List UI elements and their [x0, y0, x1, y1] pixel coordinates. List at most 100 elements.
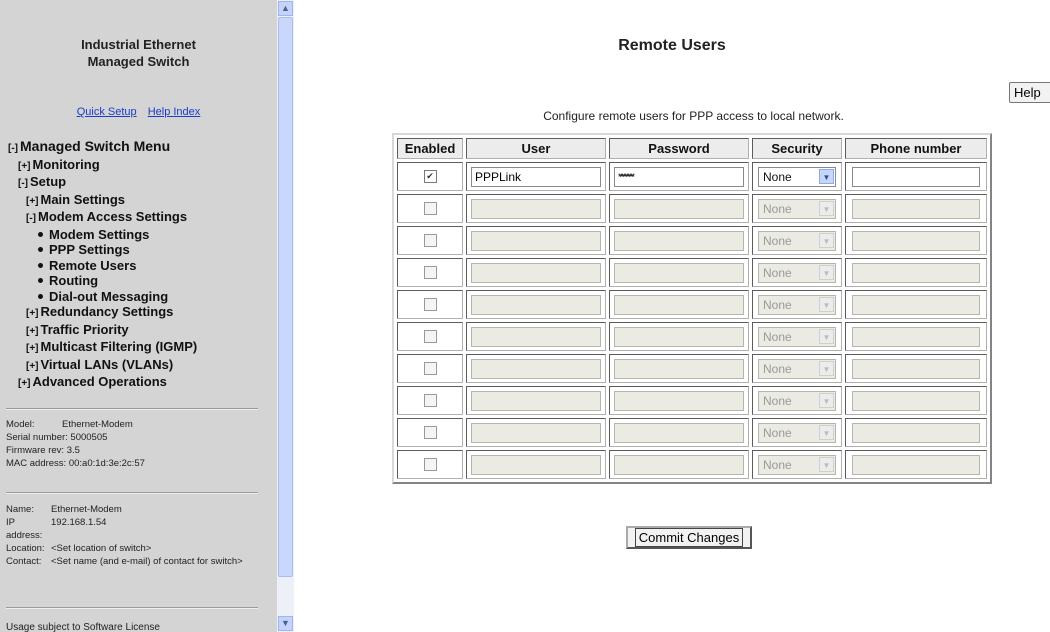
cell-security: None ▼: [752, 322, 842, 351]
security-value: None: [763, 361, 792, 376]
menu-item-main-settings[interactable]: [+] Main Settings: [8, 192, 273, 210]
menu-root[interactable]: [-] Managed Switch Menu: [8, 138, 273, 157]
table-row: None ▼: [397, 322, 987, 351]
enabled-checkbox[interactable]: [423, 457, 437, 471]
enabled-checkbox[interactable]: ✔: [423, 169, 437, 183]
user-input[interactable]: [471, 454, 601, 475]
menu-item-setup[interactable]: [-] Setup: [8, 174, 273, 192]
menu-item-modem-settings[interactable]: Modem Settings: [8, 227, 273, 243]
enabled-checkbox[interactable]: [423, 361, 437, 375]
phone-input[interactable]: [852, 262, 980, 283]
serial-number: Serial number: 5000505: [6, 432, 108, 443]
security-select[interactable]: None ▼: [758, 326, 836, 347]
phone-input[interactable]: [852, 358, 980, 379]
password-input[interactable]: [614, 422, 744, 443]
switch-info: Name: Ethernet-Modem IP address: 192.168.1.…: [6, 503, 268, 568]
cell-user: [466, 194, 606, 223]
phone-input[interactable]: [852, 326, 980, 347]
menu-item-traffic[interactable]: [+] Traffic Priority: [8, 322, 273, 340]
security-select[interactable]: None ▼: [758, 358, 836, 379]
user-input[interactable]: [471, 422, 601, 443]
enabled-checkbox[interactable]: [423, 393, 437, 407]
menu-item-label: Routing: [49, 273, 99, 288]
security-select[interactable]: None ▼: [758, 230, 836, 251]
enabled-checkbox[interactable]: [423, 329, 437, 343]
menu-item-advanced[interactable]: [+] Advanced Operations: [8, 374, 273, 392]
menu-item-routing[interactable]: Routing: [8, 273, 273, 289]
security-select[interactable]: None ▼: [758, 198, 836, 219]
phone-input[interactable]: [852, 166, 980, 187]
security-select[interactable]: None ▼: [758, 454, 836, 475]
cell-security: None ▼: [752, 354, 842, 383]
security-select[interactable]: None ▼: [758, 390, 836, 411]
menu-item-monitoring[interactable]: [+] Monitoring: [8, 157, 273, 175]
table-row: None ▼: [397, 418, 987, 447]
chevron-down-icon: ▼: [819, 169, 834, 184]
security-select[interactable]: None ▼: [758, 166, 836, 187]
scroll-thumb[interactable]: [278, 17, 293, 577]
chevron-down-icon: ▼: [819, 297, 834, 312]
enabled-checkbox[interactable]: [423, 297, 437, 311]
chevron-down-icon: ▼: [819, 233, 834, 248]
user-input[interactable]: [471, 390, 601, 411]
menu-item-multicast[interactable]: [+] Multicast Filtering (IGMP): [8, 339, 273, 357]
enabled-checkbox[interactable]: [423, 201, 437, 215]
phone-input[interactable]: [852, 390, 980, 411]
password-input[interactable]: [614, 230, 744, 251]
cell-security: None ▼: [752, 162, 842, 191]
menu-item-modem-access[interactable]: [-] Modem Access Settings: [8, 209, 273, 227]
password-input[interactable]: [614, 358, 744, 379]
menu-item-vlans[interactable]: [+] Virtual LANs (VLANs): [8, 357, 273, 375]
scroll-up-icon[interactable]: ▲: [278, 1, 293, 16]
cell-user: [466, 226, 606, 255]
password-input[interactable]: [614, 326, 744, 347]
enabled-checkbox[interactable]: [423, 233, 437, 247]
phone-input[interactable]: [852, 198, 980, 219]
menu-item-redundancy[interactable]: [+] Redundancy Settings: [8, 304, 273, 322]
phone-input[interactable]: [852, 454, 980, 475]
table-body: ✔None▼None▼None▼None▼None▼None▼None▼None…: [397, 162, 987, 479]
security-select[interactable]: None ▼: [758, 294, 836, 315]
password-input[interactable]: [614, 294, 744, 315]
sidebar-scrollbar[interactable]: ▲ ▼: [277, 0, 294, 632]
commit-changes-button[interactable]: Commit Changes: [626, 526, 752, 549]
password-input[interactable]: [614, 454, 744, 475]
table-header-row: Enabled User Password Security Phone num…: [397, 138, 987, 159]
user-input[interactable]: [471, 326, 601, 347]
help-index-link[interactable]: Help Index: [148, 106, 201, 118]
quick-setup-link[interactable]: Quick Setup: [77, 106, 137, 118]
user-input[interactable]: [471, 230, 601, 251]
user-input[interactable]: [471, 198, 601, 219]
enabled-checkbox[interactable]: [423, 425, 437, 439]
menu-item-ppp-settings[interactable]: PPP Settings: [8, 242, 273, 258]
security-select[interactable]: None ▼: [758, 262, 836, 283]
cell-enabled: [397, 354, 463, 383]
help-button[interactable]: Help: [1009, 82, 1050, 103]
chevron-down-icon: ▼: [819, 457, 834, 472]
password-input[interactable]: [614, 262, 744, 283]
password-input[interactable]: [614, 390, 744, 411]
cell-phone: [845, 290, 987, 319]
menu-item-remote-users[interactable]: Remote Users: [8, 258, 273, 274]
phone-input[interactable]: [852, 230, 980, 251]
scroll-down-icon[interactable]: ▼: [278, 616, 293, 631]
ip-address: 192.168.1.54: [51, 517, 107, 528]
brand-line-2: Managed Switch: [87, 54, 190, 69]
cell-user: [466, 290, 606, 319]
enabled-checkbox[interactable]: [423, 265, 437, 279]
security-value: None: [763, 169, 792, 184]
user-input[interactable]: [471, 358, 601, 379]
menu-item-dialout[interactable]: Dial-out Messaging: [8, 289, 273, 305]
user-input[interactable]: [471, 262, 601, 283]
menu-item-label: Traffic Priority: [40, 321, 129, 337]
password-input[interactable]: [614, 198, 744, 219]
password-input[interactable]: [614, 166, 744, 187]
cell-password: [609, 322, 749, 351]
phone-input[interactable]: [852, 294, 980, 315]
user-input[interactable]: [471, 294, 601, 315]
ip-label-line2: address:: [6, 530, 43, 541]
cell-enabled: [397, 386, 463, 415]
phone-input[interactable]: [852, 422, 980, 443]
user-input[interactable]: [471, 166, 601, 187]
security-select[interactable]: None ▼: [758, 422, 836, 443]
